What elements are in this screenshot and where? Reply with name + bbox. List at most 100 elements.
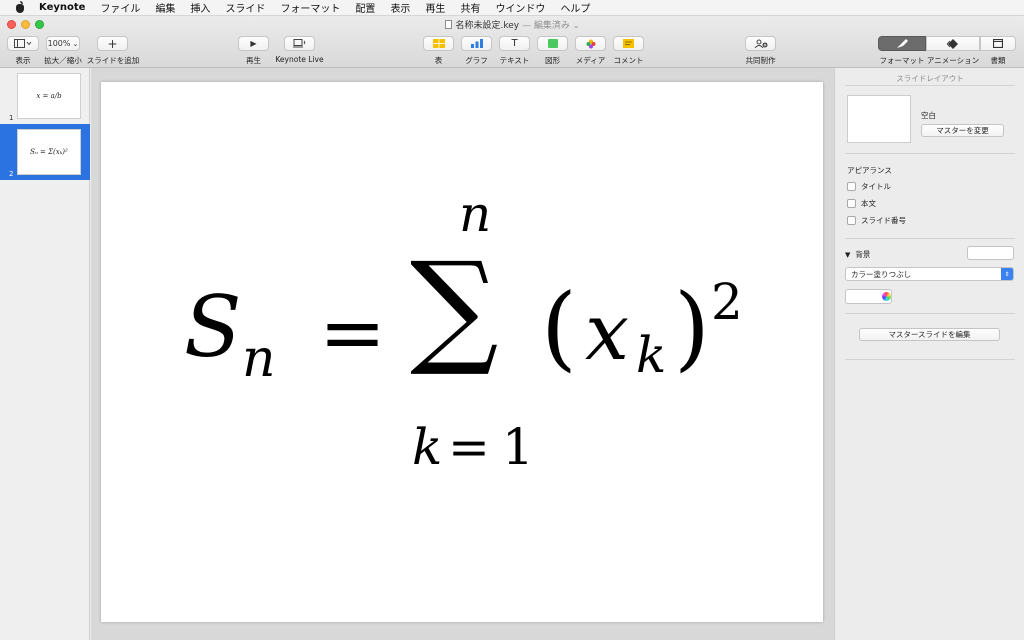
menu-slide[interactable]: スライド (225, 0, 265, 15)
equation-exponent: 2 (711, 273, 743, 331)
comment-button[interactable] (613, 36, 644, 51)
shape-button[interactable] (537, 36, 568, 51)
menu-arrange[interactable]: 配置 (355, 0, 375, 15)
body-checkbox-label: 本文 (861, 199, 876, 208)
table-icon (432, 39, 445, 48)
equation-variable-x: x (585, 288, 629, 378)
collaborate-button[interactable] (745, 36, 776, 51)
slide-navigator: x = a/b 1 Sₙ = Σ(xₖ)² 2 (0, 68, 90, 640)
document-icon (444, 20, 452, 29)
apple-menu-icon[interactable] (13, 0, 27, 15)
color-wheel-icon[interactable] (882, 292, 891, 301)
table-button[interactable] (423, 36, 454, 51)
document-tab-button[interactable] (980, 36, 1016, 51)
view-button[interactable] (7, 36, 39, 51)
background-color-well[interactable] (967, 246, 1014, 260)
format-tab-label: フォーマット (879, 56, 925, 65)
math-equation[interactable]: S n = n ∑ k = 1 ( x k ) 2 (101, 82, 823, 622)
background-section-toggle[interactable]: ▼ 背景 (845, 249, 870, 260)
shape-icon (547, 39, 558, 48)
equation-symbol-s: S (184, 278, 242, 376)
play-icon: ▶ (250, 39, 257, 48)
summation-lower-index: k (412, 418, 443, 476)
slide-thumbnail-2[interactable]: Sₙ = Σ(xₖ)² (17, 129, 81, 175)
menu-format[interactable]: フォーマット (280, 0, 340, 15)
body-checkbox[interactable] (847, 199, 856, 208)
summation-sigma: ∑ (410, 236, 499, 380)
title-checkbox[interactable] (847, 182, 856, 191)
format-tab-button[interactable] (878, 36, 926, 51)
bar-chart-icon (470, 39, 483, 48)
slide-1-preview: x = a/b (36, 92, 62, 100)
keynote-live-icon (292, 39, 305, 48)
collaborate-icon (754, 39, 767, 48)
chart-button[interactable] (461, 36, 492, 51)
slide-thumbnail-row-1[interactable]: x = a/b 1 (0, 68, 90, 124)
document-status: 編集済み (533, 21, 570, 31)
summation-upper-limit: n (459, 185, 492, 243)
play-label: 再生 (246, 56, 261, 65)
slide-thumbnail-row-2[interactable]: Sₙ = Σ(xₖ)² 2 (0, 124, 90, 180)
slide-number-1: 1 (9, 114, 14, 122)
current-slide[interactable]: S n = n ∑ k = 1 ( x k ) 2 (101, 82, 823, 622)
equation-subscript-k: k (636, 326, 667, 384)
add-slide-label: スライドを追加 (86, 56, 140, 65)
slide-canvas: S n = n ∑ k = 1 ( x k ) 2 (91, 68, 834, 640)
equation-left-paren: ( (541, 274, 577, 381)
plus-icon: + (107, 36, 118, 51)
keynote-window: Keynote ファイル 編集 挿入 スライド フォーマット 配置 表示 再生 … (0, 0, 1024, 640)
media-label: メディア (575, 56, 606, 65)
menu-window[interactable]: ウインドウ (495, 0, 545, 15)
divider (845, 85, 1015, 86)
appearance-heading: アピアランス (847, 166, 892, 175)
zoom-select[interactable]: 100% ⌄ (46, 36, 80, 51)
media-icon (586, 39, 595, 48)
text-icon: T (511, 38, 518, 49)
body-checkbox-row[interactable]: 本文 (847, 198, 876, 209)
view-label: 表示 (15, 56, 31, 65)
document-tab-label: 書類 (990, 56, 1006, 65)
text-button[interactable]: T (499, 36, 530, 51)
menu-bar: Keynote ファイル 編集 挿入 スライド フォーマット 配置 表示 再生 … (0, 0, 1024, 16)
menu-insert[interactable]: 挿入 (190, 0, 210, 15)
document-separator: — (519, 21, 534, 31)
table-label: 表 (434, 56, 443, 65)
keynote-live-button[interactable] (284, 36, 315, 51)
slide-thumbnail-1[interactable]: x = a/b (17, 73, 81, 119)
change-master-button[interactable]: マスターを変更 (921, 124, 1004, 137)
slide-number-checkbox-row[interactable]: スライド番号 (847, 215, 906, 226)
fill-type-value: カラー塗りつぶし (851, 269, 912, 279)
animate-tab-button[interactable] (926, 36, 980, 51)
menu-share[interactable]: 共有 (460, 0, 480, 15)
fill-type-select[interactable]: カラー塗りつぶし ⇕ (845, 267, 1014, 281)
menu-edit[interactable]: 編集 (155, 0, 175, 15)
slide-number-2: 2 (9, 170, 14, 178)
document-title[interactable]: 名称未設定.key — 編集済み ⌄ (0, 18, 1024, 31)
slide-2-preview: Sₙ = Σ(xₖ)² (30, 148, 68, 156)
menu-view[interactable]: 表示 (390, 0, 410, 15)
edit-master-slide-button[interactable]: マスタースライドを編集 (859, 328, 1000, 341)
inspector-title: スライドレイアウト (896, 74, 964, 83)
menu-help[interactable]: ヘルプ (560, 0, 590, 15)
menu-play[interactable]: 再生 (425, 0, 445, 15)
menu-file[interactable]: ファイル (100, 0, 140, 15)
slide-number-checkbox[interactable] (847, 216, 856, 225)
add-slide-button[interactable]: + (97, 36, 128, 51)
equation-subscript-n: n (242, 329, 276, 389)
summation-lower-equals: = (448, 418, 490, 476)
equation-right-paren: ) (674, 274, 710, 381)
layout-name: 空白 (921, 111, 936, 120)
title-checkbox-row[interactable]: タイトル (847, 181, 891, 192)
layout-thumbnail[interactable] (847, 95, 911, 143)
disclosure-triangle-icon: ▼ (845, 250, 851, 259)
menu-app-keynote[interactable]: Keynote (39, 2, 85, 13)
document-name: 名称未設定.key (455, 21, 520, 31)
zoom-label: 拡大／縮小 (44, 56, 82, 65)
zoom-value: 100% (47, 39, 71, 48)
media-button[interactable] (575, 36, 606, 51)
divider (845, 238, 1015, 239)
animate-tab-label: アニメーション (926, 56, 980, 65)
document-icon (993, 39, 1003, 48)
play-button[interactable]: ▶ (238, 36, 269, 51)
comment-icon (623, 39, 634, 48)
